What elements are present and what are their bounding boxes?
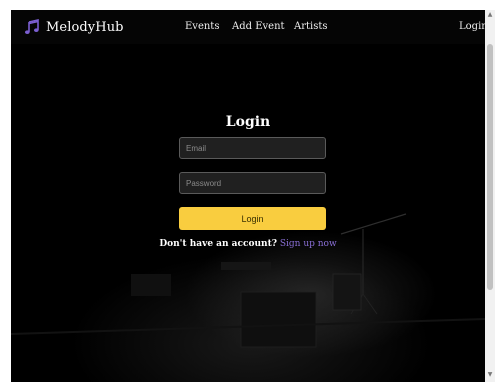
nav-link-login[interactable]: Login	[459, 21, 485, 32]
vertical-scrollbar[interactable]: ▲ ▼	[485, 10, 495, 382]
brand-name: MelodyHub	[46, 19, 124, 35]
signup-prompt-text: Don't have an account?	[159, 239, 277, 249]
brand[interactable]: MelodyHub	[24, 18, 124, 36]
music-note-icon	[25, 19, 39, 34]
app-window: MelodyHub Events Add Event Artists Login…	[11, 10, 485, 382]
navbar: MelodyHub Events Add Event Artists Login	[11, 10, 485, 44]
nav-link-add-event[interactable]: Add Event	[232, 21, 285, 32]
scroll-down-arrow-icon[interactable]: ▼	[487, 372, 493, 378]
scroll-up-arrow-icon[interactable]: ▲	[487, 12, 493, 18]
hero-background: Login Login Don't have an account? Sign …	[11, 44, 485, 382]
login-title: Login	[225, 114, 271, 130]
scroll-thumb[interactable]	[487, 44, 493, 290]
signup-link[interactable]: Sign up now	[280, 239, 337, 249]
nav-link-artists[interactable]: Artists	[294, 21, 328, 32]
password-field[interactable]	[179, 172, 326, 194]
email-field[interactable]	[179, 137, 326, 159]
signup-prompt: Don't have an account? Sign up now	[11, 239, 485, 249]
nav-link-events[interactable]: Events	[185, 21, 219, 32]
login-submit-button[interactable]: Login	[179, 207, 326, 230]
